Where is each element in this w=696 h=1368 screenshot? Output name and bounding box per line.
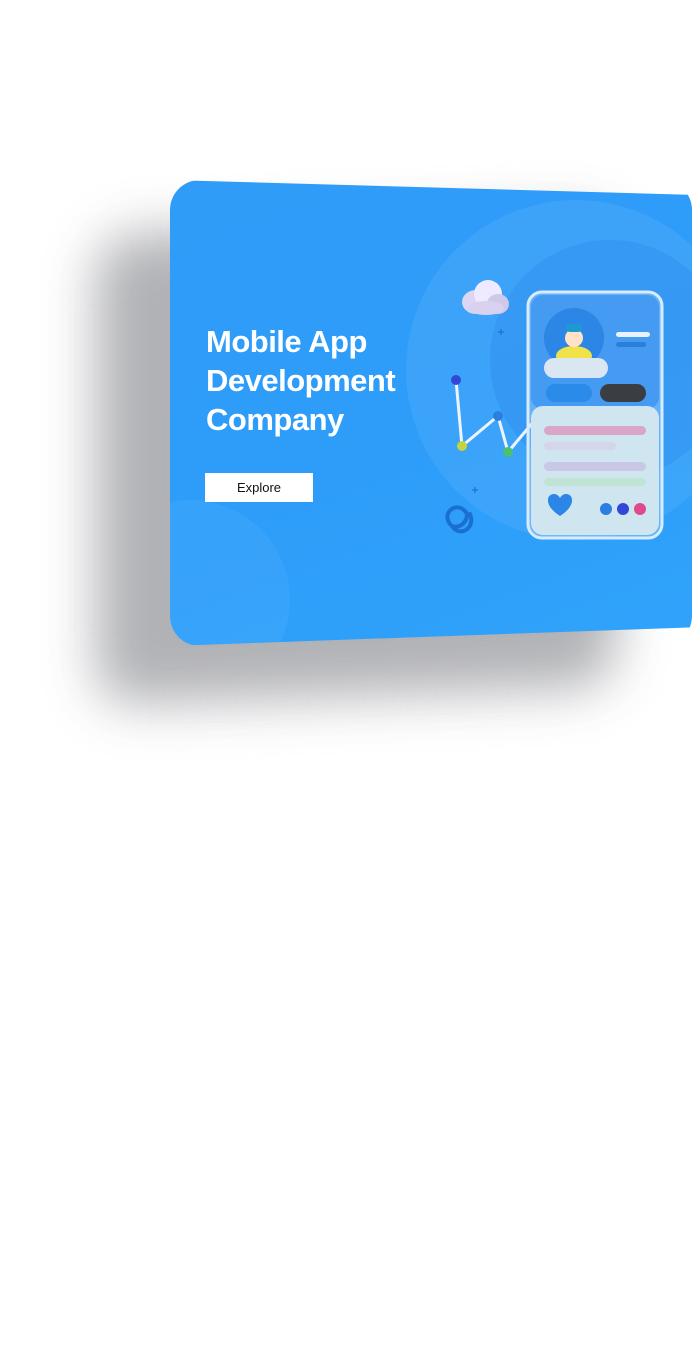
spiral-icon [445, 505, 474, 534]
phone-mockup [526, 290, 664, 540]
cloud-icon [462, 280, 509, 315]
sparkle-icon [472, 329, 504, 493]
page: Mobile App Development Company Explore [0, 0, 696, 1368]
phone-illustration [445, 280, 664, 540]
decor-circle [170, 500, 290, 646]
headline-line: Company [206, 402, 344, 437]
explore-button[interactable]: Explore [205, 473, 313, 502]
headline-line: Development [206, 363, 396, 398]
headline-line: Mobile App [206, 324, 367, 359]
hero-card: Mobile App Development Company Explore [170, 180, 692, 646]
hero-headline: Mobile App Development Company [206, 322, 446, 439]
